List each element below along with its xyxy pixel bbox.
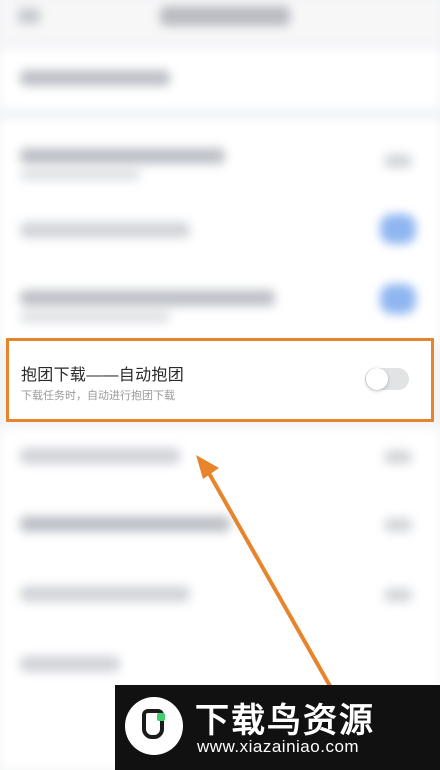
app-header <box>0 0 440 44</box>
toggle-knob <box>366 368 388 390</box>
page-title-blurred <box>160 6 290 26</box>
row-title: 抱团下载——自动抱团 <box>21 367 185 384</box>
auto-group-download-row[interactable]: 抱团下载——自动抱团 下载任务时，自动进行抱团下载 <box>6 338 434 422</box>
row-subtitle: 下载任务时，自动进行抱团下载 <box>21 390 175 402</box>
settings-section-2 <box>0 118 440 344</box>
watermark-title: 下载鸟资源 <box>195 702 375 740</box>
settings-row-blurred[interactable] <box>20 290 275 306</box>
settings-row-blurred[interactable] <box>20 222 190 238</box>
settings-section-1 <box>0 48 440 110</box>
settings-row-blurred[interactable] <box>20 656 120 672</box>
settings-row-blurred[interactable] <box>20 70 170 86</box>
back-icon[interactable] <box>18 8 40 24</box>
watermark-url: www.xiazainiao.com <box>197 737 360 756</box>
settings-row-blurred[interactable] <box>20 586 190 602</box>
settings-row-blurred[interactable] <box>20 148 225 164</box>
bird-logo-icon <box>125 697 183 755</box>
auto-group-toggle[interactable] <box>365 368 409 390</box>
watermark-banner: 下载鸟资源 www.xiazainiao.com <box>115 685 440 770</box>
settings-row-blurred[interactable] <box>20 448 180 464</box>
toggle-switch-blurred[interactable] <box>380 214 416 244</box>
toggle-switch-blurred[interactable] <box>380 284 416 314</box>
settings-row-blurred[interactable] <box>20 516 230 532</box>
